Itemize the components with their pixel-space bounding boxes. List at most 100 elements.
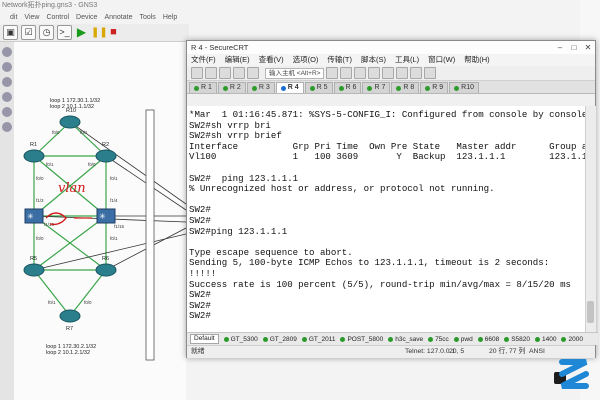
menu-control[interactable]: Control	[46, 12, 69, 23]
scrollbar-thumb[interactable]	[587, 301, 594, 323]
button-bar-item[interactable]: GT_5300	[223, 336, 258, 343]
play-icon[interactable]: ▶	[75, 26, 88, 39]
menu-file[interactable]: 文件(F)	[191, 54, 216, 66]
tab-r3[interactable]: R 3	[246, 82, 275, 93]
menu-edit[interactable]: dit	[10, 12, 17, 23]
print-icon[interactable]	[368, 67, 381, 79]
router-r7[interactable]: R7	[59, 309, 81, 332]
tab-r7[interactable]: R 7	[362, 82, 391, 93]
connected-icon	[222, 85, 228, 91]
tab-r2[interactable]: R 2	[217, 82, 246, 93]
tab-r6[interactable]: R 6	[333, 82, 362, 93]
router-r5[interactable]: R5	[23, 256, 45, 277]
menu-device[interactable]: Device	[76, 12, 97, 23]
maximize-icon[interactable]: □	[567, 41, 581, 54]
router-icon	[59, 309, 81, 323]
pause-icon[interactable]: ❚❚	[91, 26, 108, 39]
tab-r1[interactable]: R 1	[189, 82, 217, 93]
button-bar-item[interactable]: S5820	[504, 336, 530, 343]
router-label-r6: R6	[102, 256, 109, 262]
minimize-icon[interactable]: –	[553, 41, 567, 54]
button-bar-item[interactable]: 2000	[561, 335, 583, 343]
button-bar-item[interactable]: GT_2809	[262, 335, 297, 343]
gns3-toolbar: ▣ ☑ ◷ >_ ▶ ❚❚ ■	[0, 24, 189, 42]
switch-sw1[interactable]: ✳	[96, 208, 116, 224]
router-r6[interactable]: R6	[95, 256, 117, 277]
session-tab-icon[interactable]	[219, 67, 231, 79]
snapshot-icon[interactable]: ▣	[3, 25, 18, 40]
tab-r4[interactable]: R 4	[275, 82, 304, 93]
menu-transfer[interactable]: 传输(T)	[327, 54, 352, 66]
server-rack-bar[interactable]	[145, 109, 155, 361]
menu-script[interactable]: 脚本(S)	[361, 54, 386, 66]
tab-r5[interactable]: R 5	[304, 82, 333, 93]
menu-annotate[interactable]: Annotate	[104, 12, 132, 23]
connected-icon	[425, 85, 431, 91]
iface-label: f0/1	[80, 130, 88, 135]
button-bar-item[interactable]: GT_2011	[301, 336, 335, 343]
router-label-r2: R2	[102, 142, 109, 148]
router-r10[interactable]: R10	[59, 108, 81, 129]
clock-icon[interactable]: ◷	[39, 25, 54, 40]
find-icon[interactable]	[354, 67, 367, 79]
disconnect-icon[interactable]	[247, 67, 259, 79]
session-tabs: R 1 R 2 R 3 R 4 R 5 R 6 R 7 R 8 R 9 R10	[187, 81, 595, 94]
tab-r10[interactable]: R10	[449, 82, 479, 93]
router-r1[interactable]: R1	[23, 142, 45, 163]
menu-tools[interactable]: Tools	[139, 12, 155, 23]
tab-r8[interactable]: R 8	[391, 82, 420, 93]
button-icon	[428, 336, 434, 342]
menu-tools[interactable]: 工具(L)	[395, 54, 419, 66]
stop-icon[interactable]: ■	[107, 26, 120, 39]
menu-view[interactable]: 查看(V)	[259, 54, 284, 66]
menu-options[interactable]: 选项(O)	[293, 54, 319, 66]
logo-stroke-top	[559, 359, 588, 377]
link-r5-r7[interactable]	[33, 269, 71, 317]
sftp-icon[interactable]	[410, 67, 423, 79]
status-bar: 就绪 Telnet: 127.0.0.1 20, 5 20 行, 77 列 AN…	[187, 345, 595, 358]
menu-help[interactable]: Help	[163, 12, 177, 23]
connect-icon[interactable]	[191, 67, 203, 79]
router-r2[interactable]: R2	[95, 142, 117, 163]
link-icon[interactable]	[2, 122, 12, 132]
tab-r9[interactable]: R 9	[420, 82, 449, 93]
all-devices-icon[interactable]	[2, 107, 12, 117]
topology-canvas[interactable]: loop 1 172.30.1.1/32 loop 2 10.1.1.1/32 …	[14, 42, 186, 400]
reconnect-icon[interactable]	[233, 67, 245, 79]
menu-help[interactable]: 帮助(H)	[464, 54, 489, 66]
keymap-icon[interactable]	[396, 67, 409, 79]
button-bar-item[interactable]: 6608	[477, 336, 499, 343]
link-r6-r7[interactable]	[69, 269, 107, 317]
enddevice-category-icon[interactable]	[2, 77, 12, 87]
console-icon[interactable]: >_	[57, 25, 72, 40]
security-category-icon[interactable]	[2, 92, 12, 102]
switch-category-icon[interactable]	[2, 62, 12, 72]
button-label: 2000	[568, 335, 583, 343]
router-category-icon[interactable]	[2, 47, 12, 57]
terminal-scrollbar[interactable]	[585, 106, 596, 332]
close-icon[interactable]: ✕	[581, 41, 595, 54]
button-bar-item[interactable]: 1400	[535, 336, 556, 343]
paste-icon[interactable]	[340, 67, 353, 79]
button-bar-item[interactable]: h3c_save	[388, 336, 423, 343]
button-label: GT_2809	[269, 335, 297, 343]
menu-window[interactable]: 窗口(W)	[428, 54, 455, 66]
switch-sw2[interactable]: ✳	[24, 208, 44, 224]
settings-icon[interactable]	[382, 67, 395, 79]
ok-icon[interactable]: ☑	[21, 25, 36, 40]
menu-edit[interactable]: 编辑(E)	[225, 54, 250, 66]
copy-icon[interactable]	[326, 67, 339, 79]
terminal-text: *Mar 1 01:16:45.871: %SYS-5-CONFIG_I: Co…	[189, 109, 585, 322]
router-icon	[95, 149, 117, 163]
host-input[interactable]: 输入主机 <Alt+R>	[265, 67, 325, 79]
menu-view[interactable]: View	[24, 12, 39, 23]
button-bar-item[interactable]: POST_5800	[340, 336, 383, 343]
gns3-menubar: dit View Control Device Annotate Tools H…	[0, 12, 290, 23]
iface-label: f0/0	[88, 162, 96, 167]
button-bar-item[interactable]: 75cc	[428, 336, 449, 343]
help-icon[interactable]	[424, 67, 437, 79]
button-bar-item[interactable]: pwd	[453, 336, 473, 343]
button-bar-selector[interactable]: Default	[190, 334, 219, 344]
terminal-output[interactable]: *Mar 1 01:16:45.871: %SYS-5-CONFIG_I: Co…	[187, 106, 585, 332]
quick-connect-icon[interactable]	[205, 67, 217, 79]
